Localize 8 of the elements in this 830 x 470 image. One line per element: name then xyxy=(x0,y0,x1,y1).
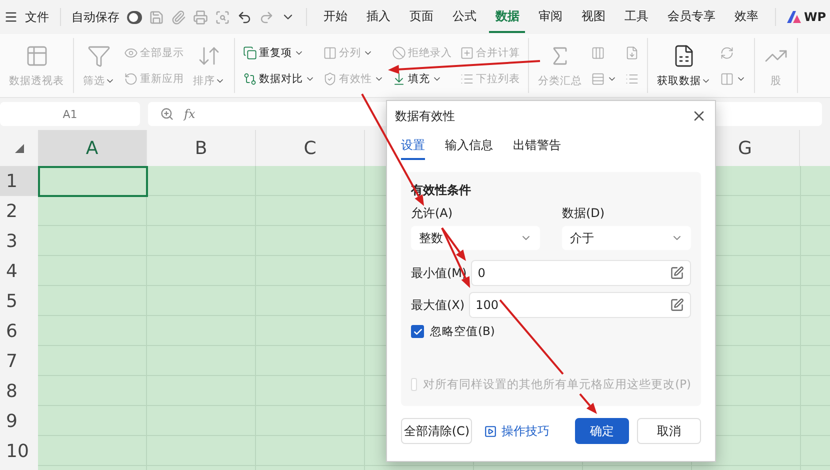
checkbox-label: 对所有同样设置的其他所有单元格应用这些更改(P) xyxy=(423,377,691,392)
checkbox-label: 忽略空值(B) xyxy=(430,324,495,339)
dialog-title: 数据有效性 xyxy=(395,108,455,124)
max-label: 最大值(X) xyxy=(411,296,465,314)
autosave-label: 自动保存 xyxy=(72,8,120,26)
data-label: 数据(D) xyxy=(562,206,605,220)
allow-label: 允许(A) xyxy=(411,206,453,220)
fx-label: fx xyxy=(184,107,196,121)
